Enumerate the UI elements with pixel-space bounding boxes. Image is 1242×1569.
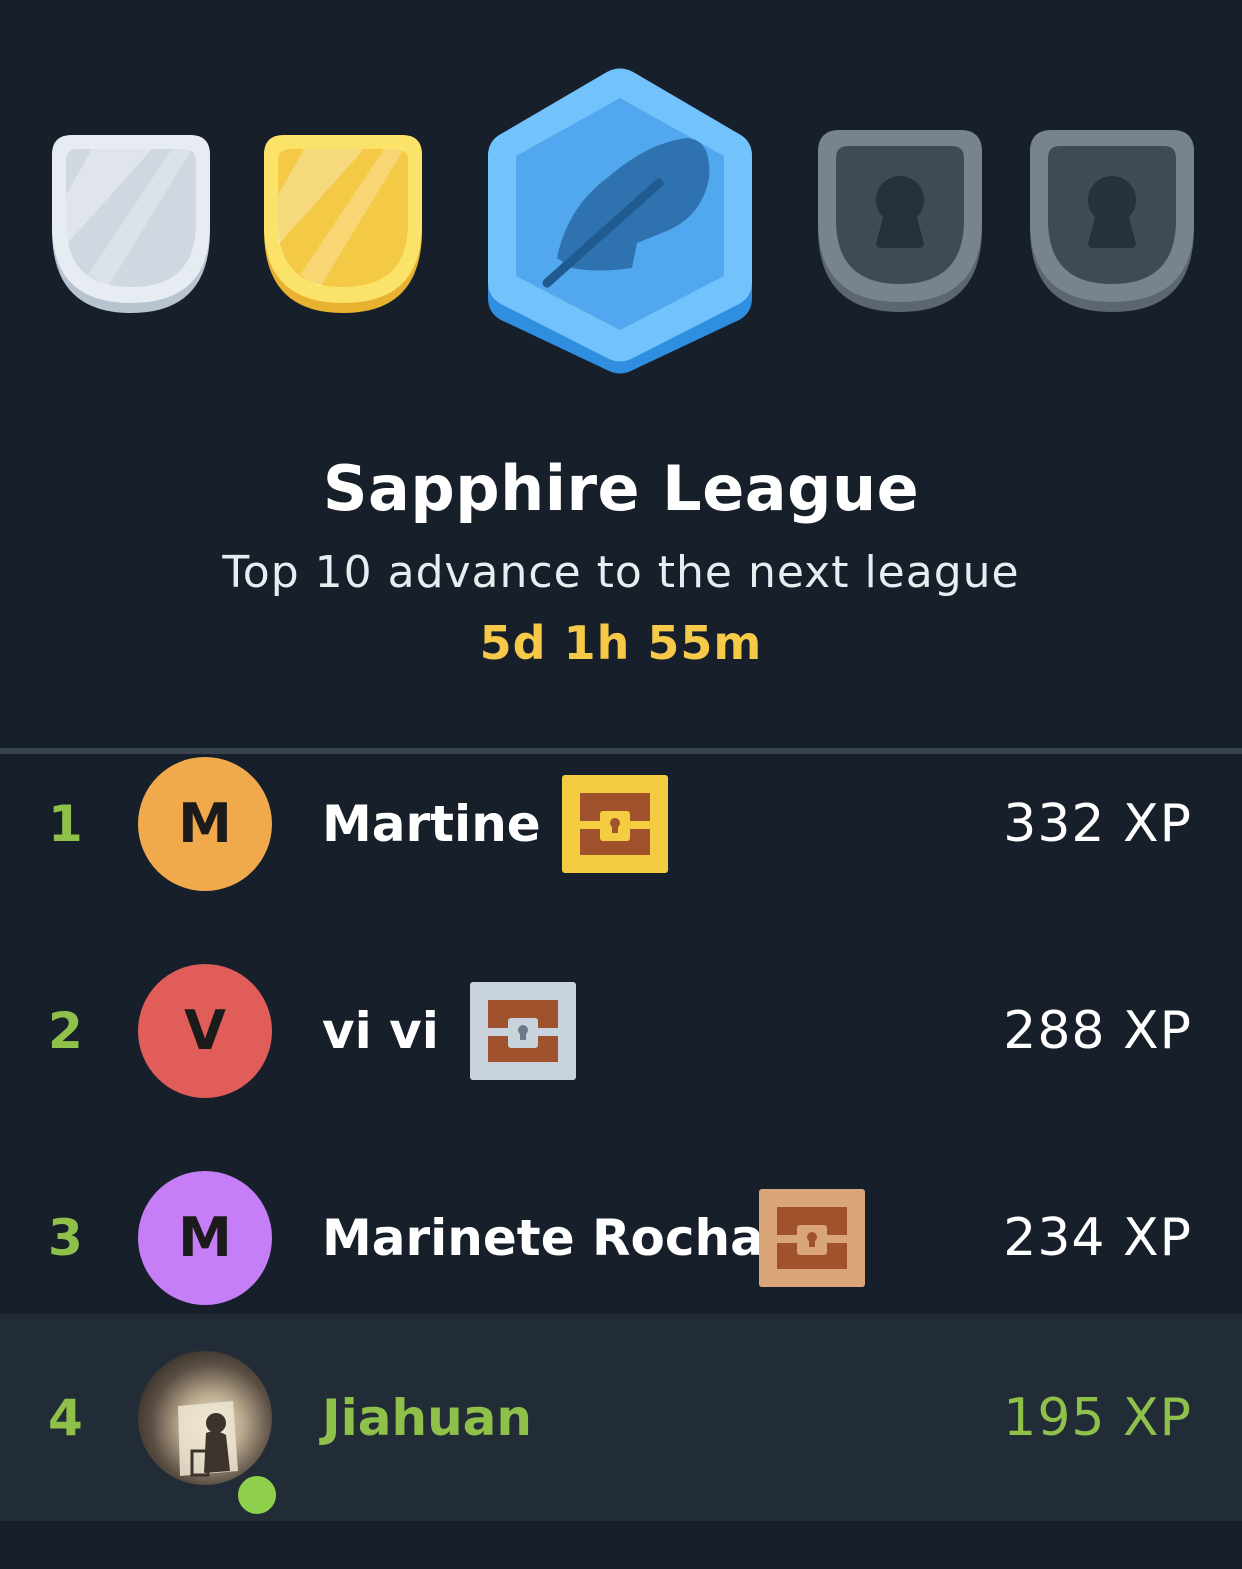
rank-number: 3	[48, 1208, 83, 1267]
leaderboard-row[interactable]: 2 V vi vi 288 XP	[0, 927, 1242, 1134]
bronze-chest-icon	[759, 1188, 865, 1287]
xp-value: 332 XP	[1003, 793, 1192, 854]
leaderboard-row[interactable]: 1 M Martine 332 XP	[0, 720, 1242, 927]
avatar-photo[interactable]	[138, 1350, 272, 1485]
league-badges	[0, 0, 1242, 400]
leaderboard-row[interactable]: 3 M Marinete Rocha 234 XP	[0, 1134, 1242, 1341]
gold-chest-icon	[562, 774, 668, 873]
person-silhouette-icon	[178, 1400, 238, 1476]
rank-number: 4	[48, 1388, 83, 1447]
sapphire-league-badge-icon[interactable]	[487, 68, 753, 374]
rank-number: 1	[48, 794, 83, 853]
league-header: Sapphire League Top 10 advance to the ne…	[0, 440, 1242, 670]
silver-chest-icon	[470, 981, 576, 1080]
xp-value: 195 XP	[1003, 1387, 1192, 1448]
silver-league-shield-icon[interactable]	[52, 135, 210, 313]
avatar[interactable]: M	[138, 756, 272, 891]
leaderboard-row-current-user[interactable]: 4 Jiahuan 195 XP	[0, 1314, 1242, 1521]
user-name[interactable]: Jiahuan	[322, 1389, 532, 1447]
gold-league-shield-icon[interactable]	[264, 135, 422, 313]
avatar[interactable]: V	[138, 963, 272, 1098]
league-subtitle: Top 10 advance to the next league	[222, 547, 1020, 598]
online-status-indicator	[232, 1470, 282, 1520]
league-time-remaining: 5d 1h 55m	[479, 616, 763, 670]
avatar[interactable]: M	[138, 1170, 272, 1305]
user-name[interactable]: Martine	[322, 795, 541, 853]
xp-value: 288 XP	[1003, 1000, 1192, 1061]
rank-number: 2	[48, 1001, 83, 1060]
xp-value: 234 XP	[1003, 1207, 1192, 1268]
user-name[interactable]: Marinete Rocha	[322, 1209, 764, 1267]
league-title: Sapphire League	[322, 452, 920, 525]
leaderboard-list: 1 M Martine 332 XP 2 V vi vi 288 XP 3 M	[0, 754, 1242, 1521]
user-name[interactable]: vi vi	[322, 1002, 439, 1060]
locked-league-shield-icon	[818, 130, 982, 312]
locked-league-shield-icon	[1030, 130, 1194, 312]
